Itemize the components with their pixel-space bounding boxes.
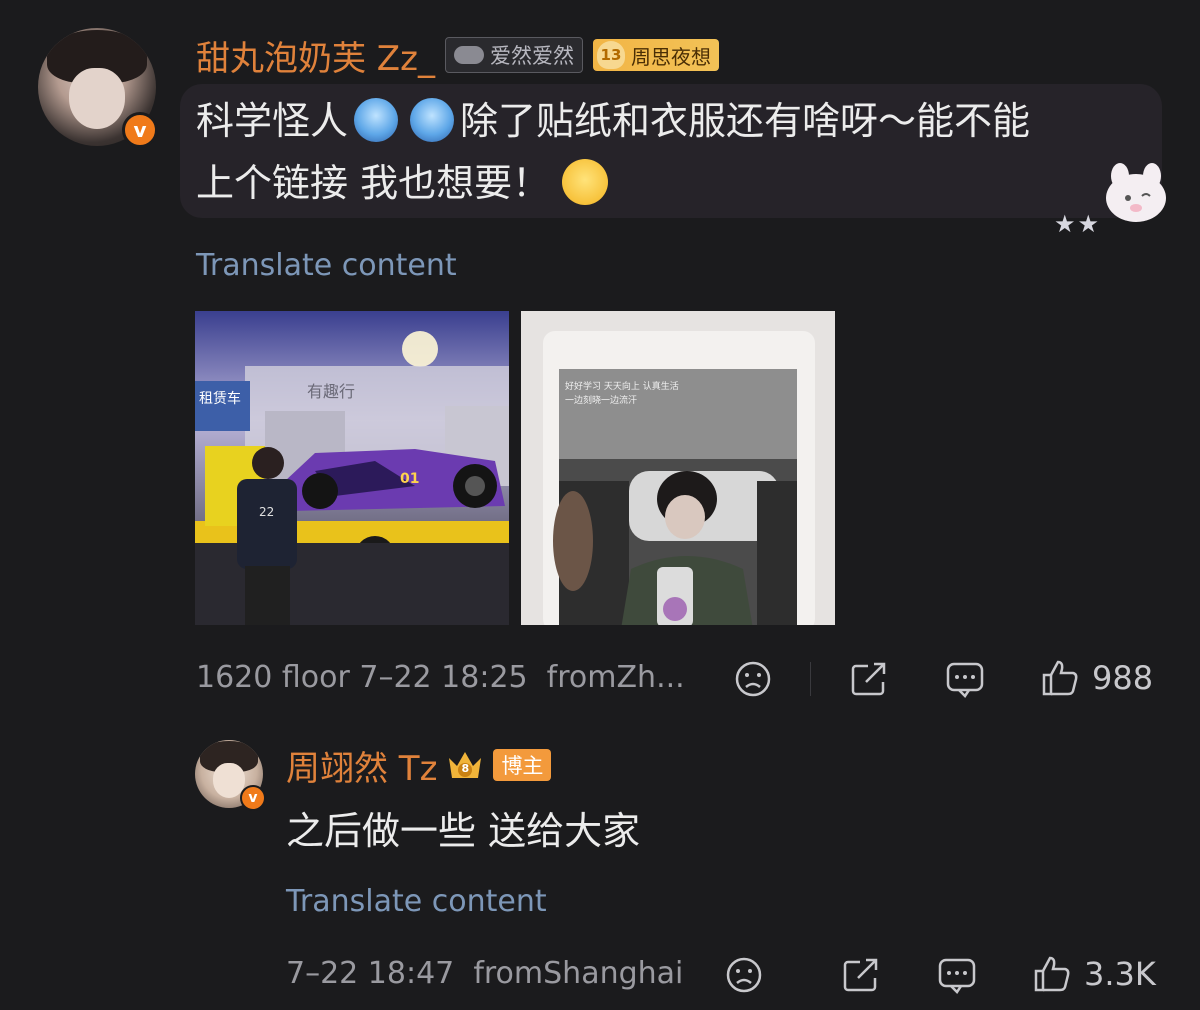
user-tag[interactable]: 爱然爱然 xyxy=(444,37,583,73)
cloud-icon xyxy=(453,46,484,64)
dislike-face-icon xyxy=(735,661,771,697)
pleading-face-emoji-icon xyxy=(562,158,609,205)
fan-badge-label: 周思夜想 xyxy=(630,44,711,69)
avatar-face xyxy=(68,68,126,130)
host-badge: 博主 xyxy=(493,749,552,781)
share-icon xyxy=(851,662,886,696)
reply-translate-link[interactable]: Translate content xyxy=(286,884,547,919)
comment-reply-button[interactable] xyxy=(945,660,985,702)
bunny-sticker-icon xyxy=(1100,160,1172,232)
shirt-number-text: 22 xyxy=(259,505,274,519)
verified-v-icon: v xyxy=(240,785,266,811)
comment-dislike-button[interactable] xyxy=(734,660,772,702)
share-icon xyxy=(843,958,878,992)
comment-text: 科学怪人 除了贴纸和衣服还有啥呀～能不能 上个链接 我也想要！ xyxy=(196,90,1136,214)
user-tag-label: 爱然爱然 xyxy=(489,44,574,68)
fan-level-number: 13 xyxy=(596,41,625,69)
commenter-username[interactable]: 甜丸泡奶芙 Zz_ xyxy=(196,31,435,80)
car-sign-text: 有趣行 xyxy=(307,382,355,401)
mirror-caption-line-1: 好好学习 天天向上 认真生活 xyxy=(565,380,679,392)
reply-text: 之后做一些 送给大家 xyxy=(286,809,641,853)
comment-share-button[interactable] xyxy=(850,660,890,702)
comment-text-segment: 科学怪人 xyxy=(196,99,349,143)
mirror-caption-line-2: 一边刻晓一边流汗 xyxy=(565,394,637,406)
reply-like-button[interactable]: 3.3K xyxy=(1032,954,1156,994)
commenter-header-row: 甜丸泡奶芙 Zz_ 爱然爱然 13 周思夜想 xyxy=(196,30,719,80)
verified-v-icon: v xyxy=(122,112,158,148)
stars-decoration-icon: ★★ xyxy=(1054,210,1102,238)
comment-like-button[interactable]: 988 xyxy=(1040,658,1153,698)
comment-text-line-2: 上个链接 我也想要！ xyxy=(196,152,1136,214)
reply-meta: 7–22 18:47 fromShanghai xyxy=(286,956,684,991)
comment-icon xyxy=(946,662,984,698)
fan-level-badge[interactable]: 13 周思夜想 xyxy=(592,39,719,71)
thumbs-up-icon xyxy=(1034,956,1070,992)
dislike-face-icon xyxy=(726,957,762,993)
reply-like-count: 3.3K xyxy=(1084,955,1156,993)
comment-icon xyxy=(938,958,976,994)
astronaut-emoji-icon xyxy=(410,97,455,142)
comment-text-line-1: 科学怪人 除了贴纸和衣服还有啥呀～能不能 xyxy=(196,90,1136,152)
comment-photo-car[interactable]: 租赁车 有趣行 01 22 xyxy=(195,311,509,625)
crown-level: 8 xyxy=(461,762,470,775)
comment-translate-link[interactable]: Translate content xyxy=(196,248,457,283)
reply-comment-button[interactable] xyxy=(937,956,977,998)
action-divider xyxy=(810,662,811,696)
comment-text-segment: 上个链接 我也想要！ xyxy=(196,161,551,205)
comment-like-count: 988 xyxy=(1092,659,1154,697)
comment-photo-selfie[interactable]: 好好学习 天天向上 认真生活 一边刻晓一边流汗 xyxy=(521,311,835,625)
reply-share-button[interactable] xyxy=(842,956,882,998)
car-sign-left-text: 租赁车 xyxy=(199,390,241,407)
comment-text-segment: 除了贴纸和衣服还有啥呀～能不能 xyxy=(460,99,1031,143)
reply-header-row: 周翊然 Tz 8 博主 xyxy=(286,741,552,790)
thumbs-up-icon xyxy=(1042,660,1078,696)
comment-meta: 1620 floor 7–22 18:25 fromZh... xyxy=(196,660,685,695)
reply-username[interactable]: 周翊然 Tz xyxy=(286,741,437,790)
crown-badge-icon: 8 xyxy=(445,748,485,782)
car-number-text: 01 xyxy=(400,471,419,487)
reply-dislike-button[interactable] xyxy=(725,956,763,998)
astronaut-emoji-icon xyxy=(354,97,399,142)
